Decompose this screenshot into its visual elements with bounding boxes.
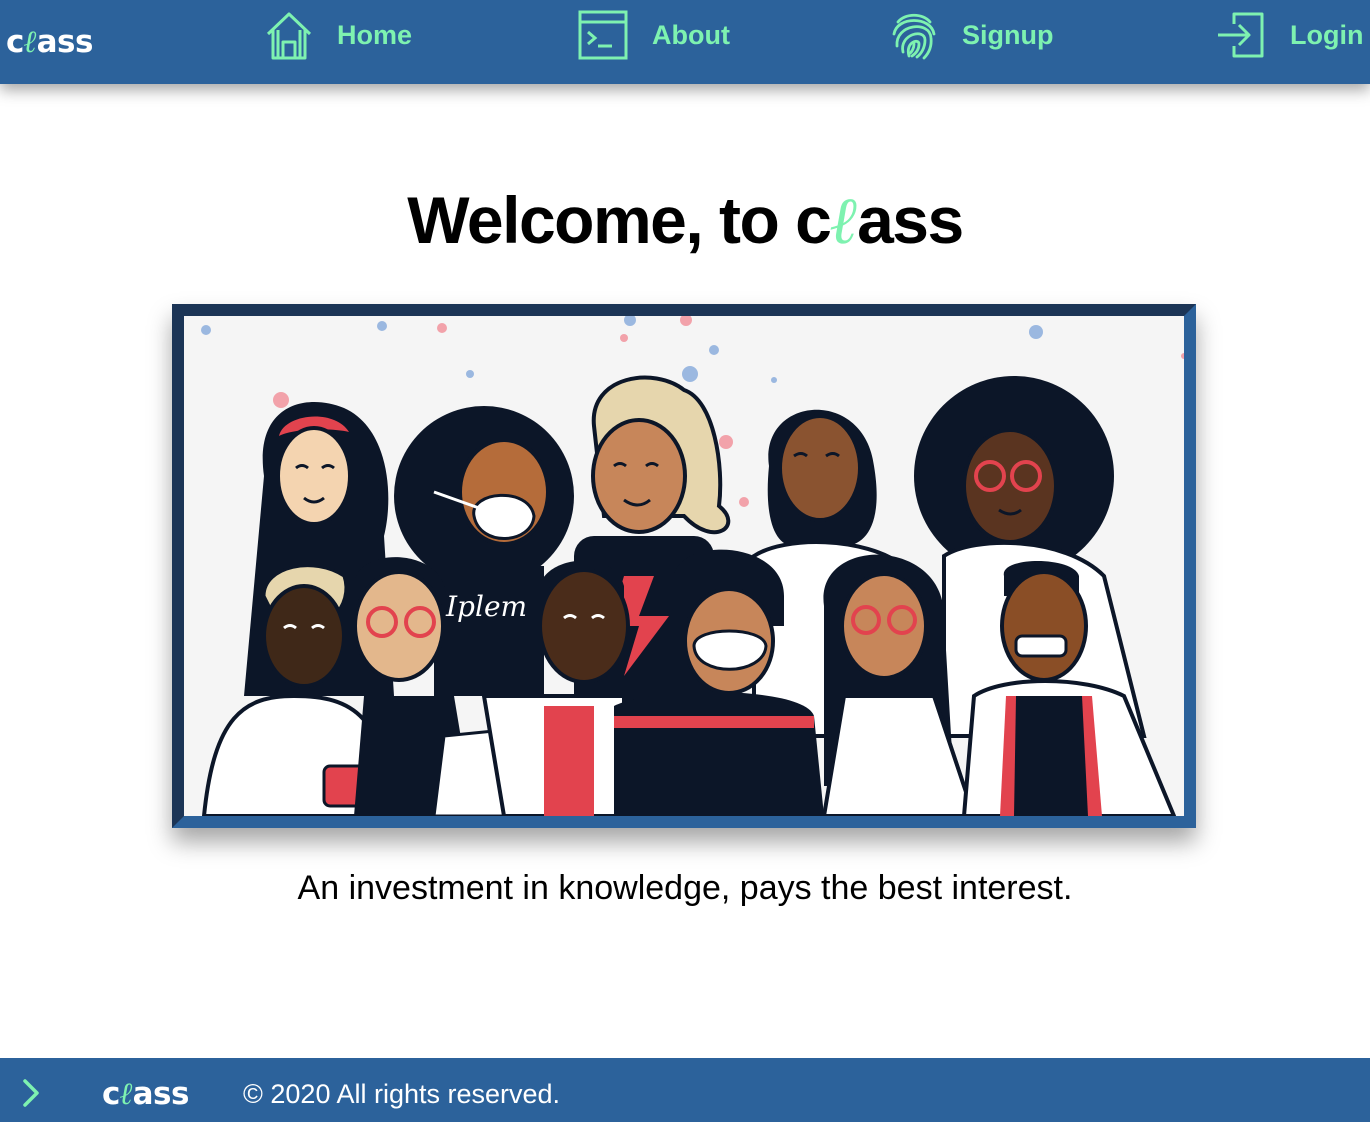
nav-about-link[interactable]: About <box>578 8 730 62</box>
chevron-right-icon[interactable] <box>20 1078 42 1113</box>
house-icon <box>265 10 313 60</box>
terminal-window-icon <box>578 10 628 60</box>
brand-text-suffix: ass <box>36 24 94 60</box>
footer-copyright: © 2020 All rights reserved. <box>243 1079 561 1109</box>
nav-signup-label: Signup <box>962 19 1054 50</box>
hero-title: Welcome, to cℓass <box>0 180 1370 260</box>
nav-signup-link[interactable]: Signup <box>890 8 1053 62</box>
brand-text-prefix: c <box>6 24 24 60</box>
footer-brand-accent: ℓ <box>119 1076 133 1112</box>
hero-title-accent: ℓ <box>830 181 858 259</box>
brand-logo[interactable]: cℓass <box>6 20 93 64</box>
footer-brand-logo: cℓass <box>102 1072 189 1116</box>
login-arrow-icon <box>1216 10 1266 60</box>
fingerprint-icon <box>890 10 938 60</box>
shirt-text: Iplem <box>445 590 527 623</box>
footer-brand-prefix: c <box>102 1076 120 1112</box>
top-navbar: cℓass Home About Signup Login <box>0 0 1370 84</box>
hero-title-suffix: ass <box>857 183 964 257</box>
nav-about-label: About <box>652 19 730 50</box>
footer-brand-suffix: ass <box>132 1076 190 1112</box>
hero-title-prefix: Welcome, to c <box>407 183 832 257</box>
hero-image-frame: Iplem <box>172 304 1196 828</box>
brand-text-accent: ℓ <box>23 24 37 60</box>
group-of-people-illustration: Iplem <box>184 316 1184 816</box>
nav-home-link[interactable]: Home <box>265 8 412 62</box>
hero-tagline: An investment in knowledge, pays the bes… <box>297 869 1073 907</box>
nav-home-label: Home <box>337 19 413 50</box>
nav-login-label: Login <box>1290 19 1364 50</box>
nav-login-link[interactable]: Login <box>1216 8 1363 62</box>
footer: cℓass © 2020 All rights reserved. <box>0 1058 1370 1122</box>
